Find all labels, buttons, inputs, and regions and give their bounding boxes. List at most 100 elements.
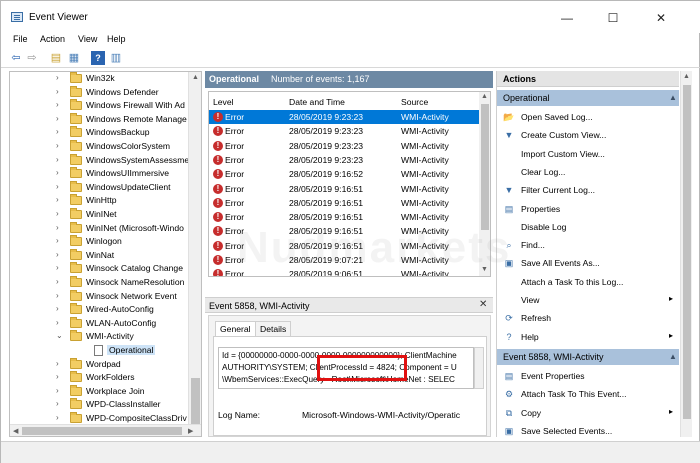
- action-item[interactable]: ▼ Create Custom View...: [497, 126, 679, 144]
- tree-item[interactable]: › Winlogon: [10, 235, 190, 249]
- tree-item[interactable]: › Winsock Catalog Change: [10, 262, 190, 276]
- action-item[interactable]: 📂 Open Saved Log...: [497, 108, 679, 126]
- tree-item[interactable]: › WinHttp: [10, 194, 190, 208]
- chevron-right-icon[interactable]: ›: [56, 386, 59, 395]
- chevron-right-icon[interactable]: ›: [56, 114, 59, 123]
- tree-item[interactable]: › WindowsColorSystem: [10, 140, 190, 154]
- tree-item[interactable]: › WinINet (Microsoft-Windo: [10, 221, 190, 236]
- tree-item[interactable]: › Win32k: [10, 72, 190, 86]
- column-header-date[interactable]: Date and Time: [289, 97, 345, 107]
- event-row[interactable]: ! Error 28/05/2019 9:23:23 WMI-Activity: [209, 124, 479, 138]
- chevron-right-icon[interactable]: ›: [56, 223, 59, 232]
- event-row[interactable]: ! Error 28/05/2019 9:23:23 WMI-Activity: [209, 139, 479, 153]
- minimize-button[interactable]: —: [547, 7, 587, 29]
- event-row[interactable]: ! Error 28/05/2019 9:16:51 WMI-Activity: [209, 196, 479, 210]
- chevron-right-icon[interactable]: ›: [56, 155, 59, 164]
- tree-item[interactable]: Operational: [10, 344, 190, 358]
- menu-help[interactable]: Help: [107, 34, 126, 44]
- column-header-source[interactable]: Source: [401, 97, 428, 107]
- action-item[interactable]: ▤ Event Properties: [497, 367, 679, 385]
- tree-vertical-scrollbar[interactable]: ▲: [188, 72, 201, 426]
- action-item[interactable]: ? Help ▸: [497, 328, 679, 346]
- chevron-right-icon[interactable]: ›: [56, 359, 59, 368]
- chevron-right-icon[interactable]: ›: [56, 195, 59, 204]
- chevron-right-icon[interactable]: ›: [56, 209, 59, 218]
- menu-file[interactable]: File: [13, 34, 28, 44]
- action-item[interactable]: ▣ Save Selected Events...: [497, 422, 679, 437]
- action-item[interactable]: Clear Log...: [497, 163, 679, 181]
- collapse-caret-icon[interactable]: ▲: [669, 93, 677, 102]
- tab-general[interactable]: General: [215, 321, 256, 336]
- chevron-right-icon[interactable]: ›: [56, 73, 59, 82]
- action-item[interactable]: Disable Log: [497, 218, 679, 236]
- tree-item[interactable]: › WindowsUpdateClient: [10, 180, 190, 195]
- back-arrow-icon[interactable]: ⇦: [9, 51, 23, 65]
- menu-action[interactable]: Action: [40, 34, 65, 44]
- tree-item[interactable]: › WPD-ClassInstaller: [10, 398, 190, 412]
- tree-scroll-thumb[interactable]: [191, 378, 200, 424]
- collapse-caret-icon[interactable]: ▲: [669, 352, 677, 361]
- tree-item[interactable]: › WinNat: [10, 248, 190, 263]
- chevron-right-icon[interactable]: ›: [56, 399, 59, 408]
- actions-scroll-thumb[interactable]: [683, 85, 691, 419]
- tree-item[interactable]: › Windows Defender: [10, 85, 190, 100]
- chevron-right-icon[interactable]: ›: [56, 127, 59, 136]
- chevron-right-icon[interactable]: ›: [56, 87, 59, 96]
- tree-item[interactable]: › WindowsSystemAssessme: [10, 153, 190, 168]
- tree-item[interactable]: › Wired-AutoConfig: [10, 303, 190, 317]
- action-item[interactable]: View ▸: [497, 291, 679, 309]
- tree-item[interactable]: › Winsock Network Event: [10, 289, 190, 304]
- description-scrollbar[interactable]: [474, 347, 484, 389]
- close-detail-icon[interactable]: ✕: [479, 299, 487, 310]
- event-description-text[interactable]: Id = {00000000-0000-0000-0000-0000000000…: [218, 347, 474, 389]
- event-row[interactable]: ! Error 28/05/2019 9:23:23 WMI-Activity: [209, 153, 479, 167]
- tree-item[interactable]: › WindowsBackup: [10, 126, 190, 140]
- chevron-right-icon[interactable]: ›: [56, 277, 59, 286]
- tree-item[interactable]: › Windows Remote Manage: [10, 112, 190, 127]
- tree-item[interactable]: › Windows Firewall With Ad: [10, 99, 190, 113]
- tree-item[interactable]: › Workplace Join: [10, 384, 190, 399]
- actions-section-event[interactable]: Event 5858, WMI-Activity ▲: [497, 349, 679, 365]
- chevron-right-icon[interactable]: ›: [56, 318, 59, 327]
- events-scroll-thumb[interactable]: [481, 104, 489, 230]
- tree-item[interactable]: › WindowsUIImmersive: [10, 167, 190, 181]
- forward-arrow-icon[interactable]: ⇨: [25, 51, 39, 65]
- tree-item[interactable]: › WorkFolders: [10, 371, 190, 385]
- action-item[interactable]: Import Custom View...: [497, 145, 679, 163]
- chevron-down-icon[interactable]: ⌄: [56, 331, 63, 340]
- folder-up-icon[interactable]: ▤: [49, 51, 63, 65]
- scroll-right-icon[interactable]: ▶: [188, 427, 193, 435]
- menu-view[interactable]: View: [78, 34, 97, 44]
- close-button[interactable]: ✕: [641, 7, 681, 29]
- properties-icon[interactable]: ▥: [109, 51, 123, 65]
- chevron-right-icon[interactable]: ›: [56, 250, 59, 259]
- event-row[interactable]: ! Error 28/05/2019 9:16:51 WMI-Activity: [209, 182, 479, 196]
- action-item[interactable]: ⧉ Copy ▸: [497, 404, 679, 422]
- scroll-up-icon[interactable]: ▲: [481, 93, 488, 100]
- actions-vertical-scrollbar[interactable]: ▲: [680, 71, 692, 437]
- chevron-right-icon[interactable]: ›: [56, 291, 59, 300]
- action-item[interactable]: Attach a Task To this Log...: [497, 273, 679, 291]
- action-item[interactable]: ▼ Filter Current Log...: [497, 181, 679, 199]
- chevron-right-icon[interactable]: ›: [56, 236, 59, 245]
- action-item[interactable]: ⟳ Refresh: [497, 309, 679, 327]
- chevron-right-icon[interactable]: ›: [56, 100, 59, 109]
- tree-hscroll-thumb[interactable]: [22, 427, 182, 435]
- action-item[interactable]: ⌕ Find...: [497, 236, 679, 254]
- chevron-right-icon[interactable]: ›: [56, 141, 59, 150]
- action-item[interactable]: ⚙ Attach Task To This Event...: [497, 385, 679, 403]
- chevron-right-icon[interactable]: ›: [56, 182, 59, 191]
- chevron-right-icon[interactable]: ›: [56, 372, 59, 381]
- scroll-up-icon[interactable]: ▲: [683, 73, 690, 80]
- actions-section-operational[interactable]: Operational ▲: [497, 90, 679, 106]
- action-item[interactable]: ▤ Properties: [497, 200, 679, 218]
- tree-item[interactable]: › Wordpad: [10, 357, 190, 372]
- scroll-up-icon[interactable]: ▲: [192, 74, 199, 81]
- help-icon[interactable]: ?: [91, 51, 105, 65]
- event-row[interactable]: ! Error 28/05/2019 9:16:51 WMI-Activity: [209, 210, 479, 224]
- chevron-right-icon[interactable]: ›: [56, 168, 59, 177]
- column-header-level[interactable]: Level: [213, 97, 234, 107]
- tab-details[interactable]: Details: [255, 321, 292, 336]
- maximize-button[interactable]: ☐: [593, 7, 633, 29]
- chevron-right-icon[interactable]: ›: [56, 304, 59, 313]
